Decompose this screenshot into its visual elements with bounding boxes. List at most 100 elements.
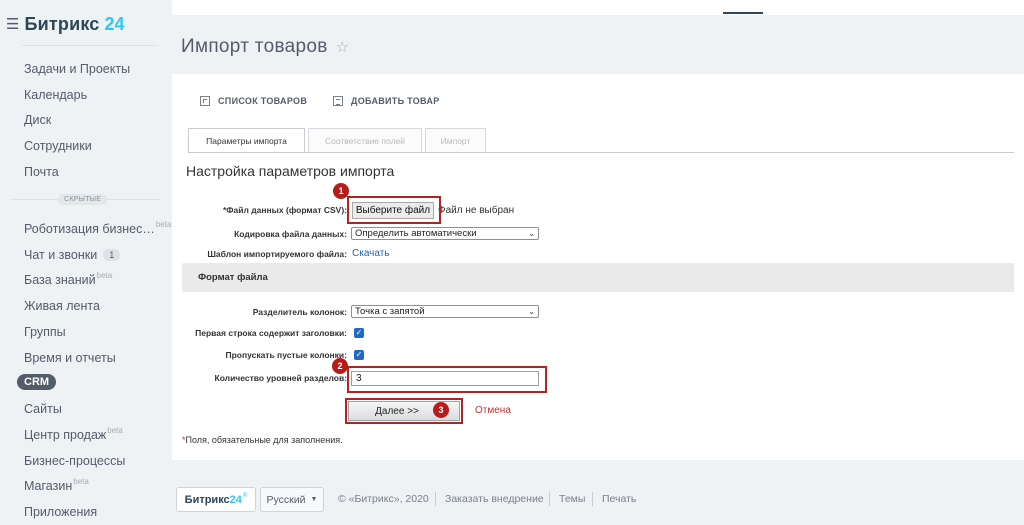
star-icon[interactable]: ☆: [336, 38, 349, 56]
format-section-title: Формат файла: [198, 272, 268, 283]
skip-empty-label: Пропускать пустые колонки:: [225, 350, 347, 360]
page-title: Импорт товаров: [181, 36, 328, 57]
sidebar-item-crm[interactable]: CRM: [17, 374, 57, 390]
chevron-down-icon: ▼: [310, 496, 318, 503]
logo-number: 24: [104, 14, 125, 34]
format-section-bar: [182, 263, 1014, 292]
sidebar-item-label: Время и отчеты: [24, 351, 116, 365]
hidden-section-label[interactable]: СКРЫТЫЕ: [58, 194, 108, 205]
language-value: Русский: [266, 493, 306, 506]
content-card: СПИСОК ТОВАРОВ ДОБАВИТЬ ТОВАР Параметры …: [172, 74, 1024, 460]
print-link[interactable]: Печать: [602, 493, 636, 505]
delimiter-label: Разделитель колонок:: [252, 307, 347, 317]
divider: [22, 45, 158, 46]
encoding-select[interactable]: Определить автоматически ⌄: [351, 227, 539, 240]
sidebar-item-calendar[interactable]: Календарь: [24, 88, 87, 102]
sidebar-item-label: Задачи и Проекты: [24, 62, 131, 76]
highlight-box-2: [347, 366, 547, 393]
add-product-button[interactable]: ДОБАВИТЬ ТОВАР: [333, 96, 440, 106]
toolbar-label: ДОБАВИТЬ ТОВАР: [351, 96, 440, 106]
sidebar-item-robotization[interactable]: Роботизация бизнес… beta: [24, 219, 172, 237]
tabs: Параметры импорта Соответствие полей Имп…: [188, 128, 489, 153]
sidebar-item-label: Магазин: [24, 479, 73, 493]
sidebar-item-bizproc[interactable]: Бизнес-процессы: [24, 454, 125, 468]
delimiter-select[interactable]: Точка с запятой ⌄: [351, 305, 539, 318]
menu-icon[interactable]: ☰: [6, 17, 19, 32]
skip-empty-checkbox[interactable]: ✓: [354, 350, 364, 360]
sidebar-item-mail[interactable]: Почта: [24, 165, 59, 179]
sidebar-item-label: Почта: [24, 165, 59, 179]
sidebar-item-feed[interactable]: Живая лента: [24, 299, 100, 313]
first-row-checkbox[interactable]: ✓: [354, 328, 364, 338]
sidebar-item-apps[interactable]: Приложения: [24, 505, 97, 519]
sidebar-item-label: Роботизация бизнес…: [24, 222, 155, 236]
levels-label: Количество уровней разделов:: [214, 373, 347, 383]
toolbar-label: СПИСОК ТОВАРОВ: [218, 96, 308, 106]
topbar-indicator: [723, 12, 763, 14]
chevron-down-icon: ⌄: [528, 229, 535, 238]
tab-field-mapping[interactable]: Соответствие полей: [308, 128, 422, 152]
file-label: *Файл данных (формат CSV):: [222, 205, 347, 215]
top-bar: [172, 0, 1024, 15]
beta-badge: beta: [155, 219, 172, 229]
copyright: © «Битрикс», 2020: [338, 493, 429, 505]
select-value: Определить автоматически: [355, 228, 477, 239]
highlight-box-1: [347, 196, 441, 224]
footer-logo[interactable]: Битрикс 24 ®: [176, 487, 256, 512]
divider: [592, 492, 593, 506]
themes-link[interactable]: Темы: [559, 493, 585, 505]
section-title: Настройка параметров импорта: [186, 163, 395, 179]
sidebar-item-label: Сайты: [24, 402, 62, 416]
sidebar-item-shop[interactable]: Магазин beta: [24, 476, 89, 494]
order-implementation-link[interactable]: Заказать внедрение: [445, 493, 544, 505]
sidebar: ☰ Битрикс 24 Задачи и Проекты Календарь …: [0, 0, 171, 525]
tab-import[interactable]: Импорт: [425, 128, 486, 152]
annotation-badge-1: 1: [333, 183, 349, 199]
sidebar-item-chat[interactable]: Чат и звонки 1: [24, 248, 121, 262]
sidebar-item-disk[interactable]: Диск: [24, 113, 51, 127]
beta-badge: beta: [73, 476, 89, 486]
tab-import-params[interactable]: Параметры импорта: [188, 128, 305, 153]
annotation-badge-2: 2: [332, 358, 348, 374]
registered-icon: ®: [242, 492, 248, 499]
count-badge: 1: [103, 249, 121, 261]
sidebar-item-label: Центр продаж: [24, 428, 107, 442]
language-select[interactable]: Русский ▼: [260, 487, 324, 512]
sidebar-item-time[interactable]: Время и отчеты: [24, 351, 116, 365]
download-template-link[interactable]: Скачать: [352, 248, 390, 259]
select-value: Точка с запятой: [355, 306, 425, 317]
divider: [188, 152, 1014, 153]
sidebar-item-employees[interactable]: Сотрудники: [24, 139, 92, 153]
sidebar-item-groups[interactable]: Группы: [24, 325, 66, 339]
sidebar-item-label: Диск: [24, 113, 52, 127]
annotation-badge-3: 3: [433, 402, 449, 418]
footer-logo-text: Битрикс: [184, 493, 230, 506]
divider: [549, 492, 550, 506]
chevron-down-icon: ⌄: [528, 307, 535, 316]
sidebar-item-label: Календарь: [24, 88, 88, 102]
sidebar-item-label: Сотрудники: [24, 139, 92, 153]
file-status: Файл не выбран: [438, 205, 515, 216]
sidebar-item-tasks[interactable]: Задачи и Проекты: [24, 62, 130, 76]
sidebar-item-label: Чат и звонки: [24, 248, 98, 262]
page-header: Импорт товаров ☆: [181, 36, 349, 58]
cancel-link[interactable]: Отмена: [475, 405, 511, 416]
beta-badge: beta: [96, 270, 113, 280]
sidebar-item-knowledge[interactable]: База знаний beta: [24, 270, 113, 288]
sidebar-item-label: Группы: [24, 325, 66, 339]
required-note: *Поля, обязательные для заполнения.: [182, 435, 343, 445]
sidebar-item-label: База знаний: [24, 273, 96, 287]
sidebar-item-sites[interactable]: Сайты: [24, 402, 62, 416]
list-icon: [200, 96, 210, 106]
sidebar-item-label: Живая лента: [24, 299, 100, 313]
sidebar-item-sales-center[interactable]: Центр продаж beta: [24, 425, 123, 443]
required-note-text: Поля, обязательные для заполнения.: [185, 435, 343, 445]
products-list-button[interactable]: СПИСОК ТОВАРОВ: [200, 96, 307, 106]
beta-badge: beta: [107, 425, 123, 435]
document-icon: [333, 96, 343, 106]
sidebar-item-label: Бизнес-процессы: [24, 454, 126, 468]
logo-text: Битрикс: [24, 14, 100, 34]
divider: [435, 492, 436, 506]
footer-logo-number: 24: [229, 493, 242, 506]
logo[interactable]: ☰ Битрикс 24: [6, 14, 125, 35]
